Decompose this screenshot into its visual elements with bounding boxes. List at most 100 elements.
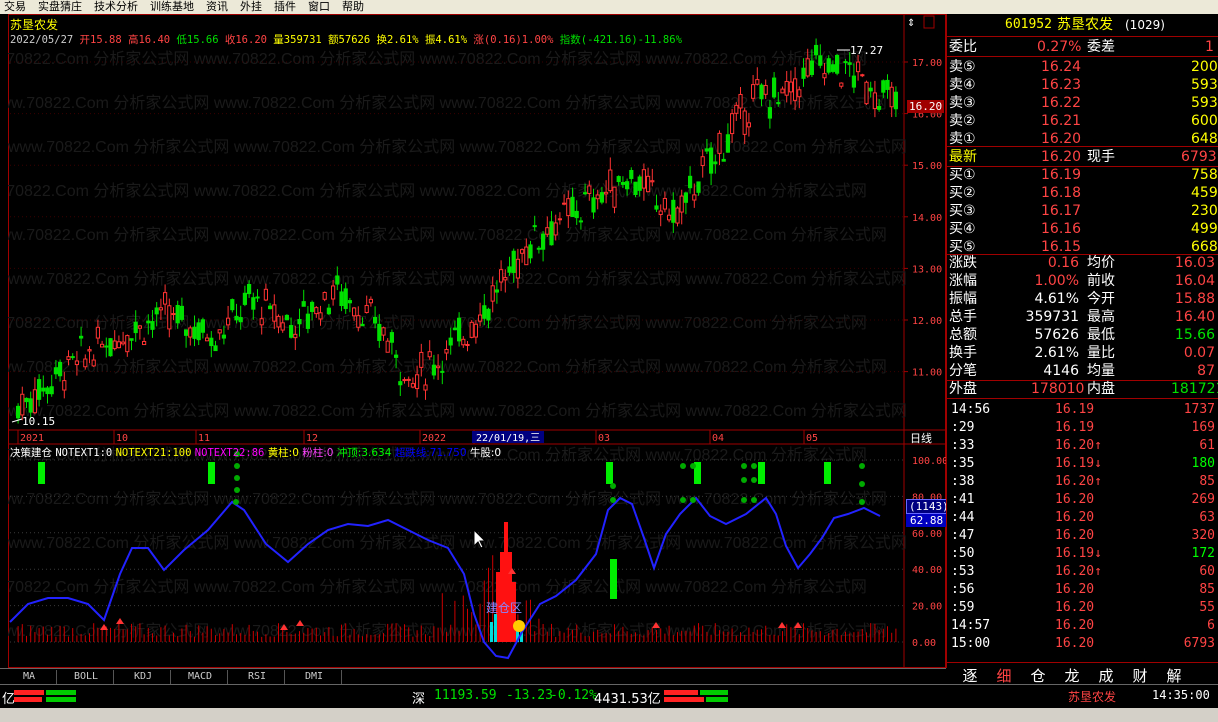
indicator-tab-boll[interactable]: BOLL: [59, 670, 114, 684]
indicator-tab-rsi[interactable]: RSI: [230, 670, 285, 684]
menu-item-6[interactable]: 插件: [270, 0, 304, 14]
date-axis-label: 12: [306, 433, 318, 444]
candle-body: [389, 332, 394, 343]
candle-body: [184, 329, 189, 336]
candle-body: [583, 192, 588, 195]
chart-pin-icon[interactable]: ⇕: [907, 18, 915, 29]
candle-body: [721, 158, 726, 162]
tick-row[interactable]: 14:56 16.19 1737: [947, 401, 1218, 419]
stat-label2: 量比: [1087, 345, 1115, 361]
tick-price: 16.20: [1055, 618, 1095, 633]
quote-panel: 601952 苏垦农发 (1029) 委比 0.27% 委差 1 卖⑤ 16.24…: [946, 14, 1218, 685]
menu-item-1[interactable]: 实盘猜庄: [34, 0, 90, 14]
tick-row[interactable]: 14:57 16.20 6: [947, 617, 1218, 635]
candle-body: [108, 338, 113, 357]
price-axis-label: 17.00: [912, 58, 942, 69]
buy-volume: 230: [1191, 203, 1218, 219]
indicator-tab-macd[interactable]: MACD: [173, 670, 228, 684]
buy-price: 16.19: [1041, 167, 1082, 183]
taskbar: [0, 708, 1218, 722]
weibi-label: 委比: [949, 39, 977, 55]
info-open: 开15.88: [79, 34, 122, 46]
last-row: 最新 16.20 现手 6793: [947, 148, 1218, 166]
watermark-text: www.70822.Com 分析家公式网 www.70822.Com 分析家公式…: [8, 358, 887, 376]
menu-item-0[interactable]: 交易: [0, 0, 34, 14]
ind-spike-bar: [504, 522, 508, 642]
sell-row: 卖④ 16.23 593: [947, 76, 1218, 94]
ind-green-dot: [690, 497, 696, 503]
detail-tab-2[interactable]: 仓: [1023, 665, 1053, 686]
candle-body: [247, 283, 252, 295]
date-axis-label: 04: [712, 433, 724, 444]
waipan-label: 外盘: [949, 381, 977, 397]
chart-stock-title: 苏垦农发: [10, 18, 59, 32]
detail-tab-1[interactable]: 细: [989, 665, 1019, 686]
candle-body: [507, 266, 512, 273]
menu-item-7[interactable]: 窗口: [304, 0, 338, 14]
ind-green-dot: [690, 463, 696, 469]
menu-item-4[interactable]: 资讯: [202, 0, 236, 14]
candle-body: [95, 326, 100, 339]
tick-row[interactable]: :38 16.20↑ 85: [947, 473, 1218, 491]
stat-row: 涨跌 0.16 均价 16.03: [947, 254, 1218, 272]
tick-row[interactable]: :56 16.20 85: [947, 581, 1218, 599]
detail-tab-3[interactable]: 龙: [1057, 665, 1087, 686]
buy-volume: 758: [1191, 167, 1218, 183]
chart-area[interactable]: www.70822.Com 分析家公式网 www.70822.Com 分析家公式…: [8, 14, 952, 668]
detail-tab-4[interactable]: 成: [1091, 665, 1121, 686]
indicator-tab-kdj[interactable]: KDJ: [116, 670, 171, 684]
ind-smiley-icon: [513, 620, 525, 632]
menu-item-2[interactable]: 技术分析: [90, 0, 146, 14]
candle-body: [326, 307, 331, 315]
tick-row[interactable]: :47 16.20 320: [947, 527, 1218, 545]
candle-body: [83, 358, 88, 368]
candle-body: [158, 307, 163, 311]
indicator-tab-ma[interactable]: MA: [2, 670, 57, 684]
stat-value: 359731: [1025, 309, 1079, 325]
tick-time: 15:00: [951, 636, 991, 651]
weibi-value: 0.27%: [1037, 39, 1082, 55]
candle-body: [32, 389, 37, 414]
status-stock[interactable]: 苏垦农发: [1068, 688, 1116, 705]
indicator-tab-dmi[interactable]: DMI: [287, 670, 342, 684]
candle-body: [763, 85, 768, 95]
candle-body: [196, 322, 201, 341]
ind-green-dot: [741, 477, 747, 483]
candle-body: [704, 148, 709, 152]
tick-row[interactable]: :44 16.20 63: [947, 509, 1218, 527]
stat-label: 振幅: [949, 291, 977, 307]
sell-label: 卖②: [949, 113, 976, 129]
detail-tab-6[interactable]: 解: [1159, 665, 1189, 686]
ind-rush: 冲顶:3.634: [336, 447, 392, 459]
candle-body: [339, 291, 344, 307]
tick-row[interactable]: :35 16.19↓ 180: [947, 455, 1218, 473]
tick-volume: 61: [1199, 438, 1215, 453]
tick-row[interactable]: 15:00 16.20 6793: [947, 635, 1218, 653]
tick-row[interactable]: :53 16.20↑ 60: [947, 563, 1218, 581]
tick-row[interactable]: :29 16.19 169: [947, 419, 1218, 437]
menu-item-3[interactable]: 训练基地: [146, 0, 202, 14]
tick-time: :56: [951, 582, 975, 597]
candle-body: [515, 258, 520, 279]
candle-body: [377, 323, 382, 341]
tick-time: :41: [951, 492, 975, 507]
tick-row[interactable]: :41 16.20 269: [947, 491, 1218, 509]
tick-row[interactable]: :33 16.20↑ 61: [947, 437, 1218, 455]
chart-close-icon[interactable]: [923, 15, 935, 29]
ind-green-dot: [741, 463, 747, 469]
tick-row[interactable]: :50 16.19↓ 172: [947, 545, 1218, 563]
candle-body: [465, 343, 470, 346]
tick-row[interactable]: :59 16.20 55: [947, 599, 1218, 617]
menu-item-8[interactable]: 帮助: [338, 0, 372, 14]
ind-green-dot: [751, 497, 757, 503]
detail-tab-0[interactable]: 逐: [955, 665, 985, 686]
ind-axis-label: 40.00: [912, 565, 942, 576]
candle-body: [881, 80, 886, 93]
kline-chart[interactable]: www.70822.Com 分析家公式网 www.70822.Com 分析家公式…: [8, 14, 946, 668]
candle-body: [276, 315, 281, 328]
menu-item-5[interactable]: 外挂: [236, 0, 270, 14]
detail-tab-5[interactable]: 财: [1125, 665, 1155, 686]
candle-body: [70, 356, 75, 359]
tick-time: :59: [951, 600, 975, 615]
watermark-text: www.70822.Com 分析家公式网 www.70822.Com 分析家公式…: [8, 182, 867, 200]
